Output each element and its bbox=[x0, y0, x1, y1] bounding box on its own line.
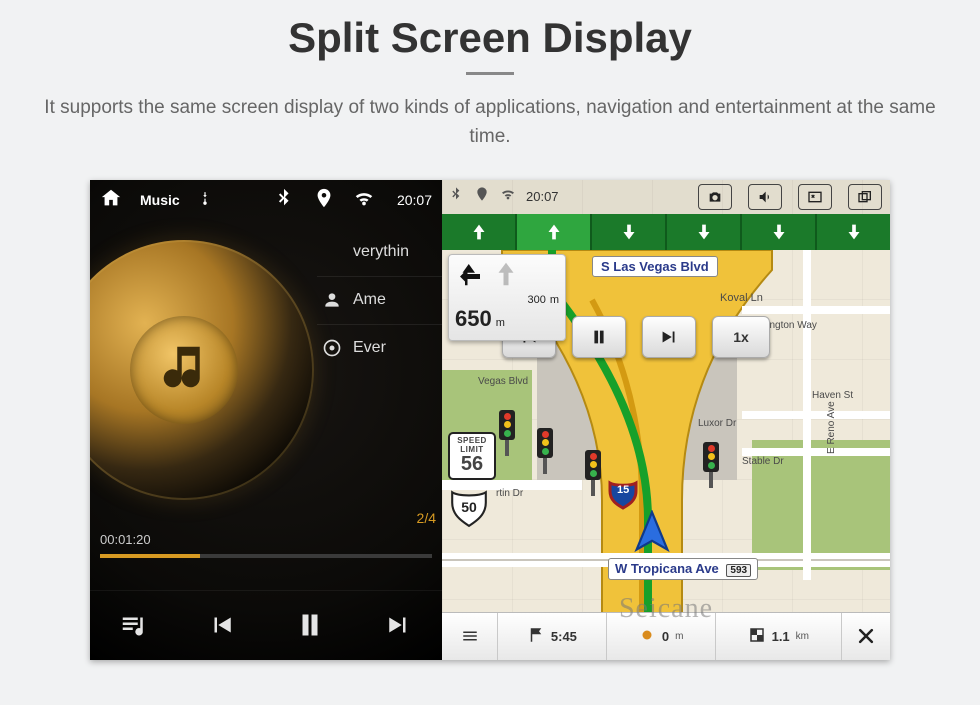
street-bottom-name: W Tropicana Ave bbox=[615, 561, 719, 576]
music-status-time: 20:07 bbox=[397, 192, 432, 208]
traffic-light-icon bbox=[496, 410, 518, 456]
speed-limit-sign: SPEED LIMIT 56 bbox=[448, 432, 496, 480]
lane-cell bbox=[517, 214, 592, 250]
sim-speed-button[interactable]: 1x bbox=[712, 316, 770, 358]
stop-dist-unit: m bbox=[675, 631, 683, 642]
multitask-button[interactable] bbox=[848, 184, 882, 210]
wifi-icon bbox=[500, 186, 516, 207]
progress-bar[interactable] bbox=[100, 554, 432, 558]
pause-button[interactable] bbox=[280, 595, 340, 655]
music-pane: Music 20:07 bbox=[90, 180, 442, 660]
lane-cell bbox=[817, 214, 890, 250]
speed-limit-label: SPEED LIMIT bbox=[450, 436, 494, 454]
lane-cell bbox=[742, 214, 817, 250]
music-note-icon bbox=[157, 340, 211, 399]
street-bottom-tag: 593 bbox=[726, 564, 751, 577]
map-label: E Reno Ave bbox=[826, 401, 837, 454]
page-description: It supports the same screen display of t… bbox=[0, 93, 980, 170]
arrow-up-icon bbox=[491, 259, 521, 294]
sim-next-button[interactable] bbox=[642, 316, 696, 358]
stop-dist-cell[interactable]: 0 m bbox=[607, 613, 716, 660]
map-label: Koval Ln bbox=[720, 292, 763, 304]
home-icon[interactable] bbox=[100, 187, 122, 212]
track-list: verythin Ame Ever bbox=[317, 228, 442, 372]
vehicle-marker bbox=[630, 510, 674, 559]
time-row: 00:01:20 bbox=[100, 532, 432, 547]
eta-value: 5:45 bbox=[551, 629, 577, 644]
menu-button[interactable] bbox=[442, 613, 498, 660]
now-playing-label: verythin bbox=[353, 243, 409, 261]
map-label: Haven St bbox=[812, 390, 853, 401]
camera-button[interactable] bbox=[698, 184, 732, 210]
track-row[interactable]: Ame bbox=[317, 276, 442, 324]
instr-dist-small-unit: m bbox=[550, 294, 559, 306]
page-title: Split Screen Display bbox=[0, 0, 980, 62]
map-label: rtin Dr bbox=[496, 488, 523, 499]
track-row[interactable]: Ever bbox=[317, 324, 442, 372]
navigation-pane: 20:07 bbox=[442, 180, 890, 660]
street-label-bottom: W Tropicana Ave 593 bbox=[608, 558, 758, 580]
nav-status-time: 20:07 bbox=[526, 189, 559, 204]
split-screen-device: Music 20:07 bbox=[90, 180, 890, 660]
location-icon bbox=[474, 186, 490, 207]
interstate-number: 15 bbox=[617, 484, 629, 496]
instr-dist-big-unit: m bbox=[496, 317, 505, 329]
traffic-light-icon bbox=[582, 450, 604, 496]
lane-cell bbox=[592, 214, 667, 250]
close-nav-button[interactable] bbox=[842, 613, 890, 660]
instr-dist-big: 650 bbox=[455, 306, 492, 332]
close-window-button[interactable] bbox=[798, 184, 832, 210]
target-icon bbox=[321, 338, 343, 358]
lane-guidance-bar bbox=[442, 214, 890, 250]
nav-bottom-bar: Seicane 5:45 0 m 1.1 km bbox=[442, 612, 890, 660]
music-status-bar: Music 20:07 bbox=[90, 180, 442, 220]
title-underline bbox=[466, 72, 514, 75]
sim-pause-button[interactable] bbox=[572, 316, 626, 358]
map-label: Vegas Blvd bbox=[478, 376, 528, 387]
flag-icon bbox=[527, 626, 545, 647]
music-body: verythin Ame Ever 2/4 00:01:20 bbox=[90, 220, 442, 590]
destination-icon bbox=[748, 626, 766, 647]
location-icon bbox=[313, 187, 335, 212]
dest-dist: 1.1 bbox=[772, 629, 790, 644]
track-counter: 2/4 bbox=[417, 510, 436, 526]
prev-button[interactable] bbox=[192, 595, 252, 655]
speed-limit-value: 56 bbox=[450, 454, 494, 474]
waypoint-icon bbox=[638, 626, 656, 647]
nav-status-bar: 20:07 bbox=[442, 180, 890, 214]
map-label: Stable Dr bbox=[742, 456, 784, 467]
turn-left-icon bbox=[455, 259, 485, 294]
wifi-icon bbox=[353, 187, 375, 212]
person-icon bbox=[321, 290, 343, 310]
dest-dist-cell[interactable]: 1.1 km bbox=[716, 613, 842, 660]
next-button[interactable] bbox=[368, 595, 428, 655]
route-shield-number: 50 bbox=[448, 486, 490, 528]
volume-button[interactable] bbox=[748, 184, 782, 210]
street-label-top: S Las Vegas Blvd bbox=[592, 256, 718, 277]
traffic-light-icon bbox=[700, 442, 722, 488]
progress-fill bbox=[100, 554, 200, 558]
stop-dist: 0 bbox=[662, 629, 669, 644]
route-shield: 50 bbox=[448, 486, 490, 528]
now-playing-row[interactable]: verythin bbox=[317, 228, 442, 276]
instr-dist-small: 300 bbox=[527, 294, 545, 306]
music-controls bbox=[90, 590, 442, 660]
lane-cell bbox=[442, 214, 517, 250]
elapsed-time: 00:01:20 bbox=[100, 532, 151, 547]
turn-instruction-card: 300 m 650 m bbox=[448, 254, 566, 341]
dest-dist-unit: km bbox=[796, 631, 809, 642]
playlist-button[interactable] bbox=[104, 595, 164, 655]
map-label: Luxor Dr bbox=[698, 418, 736, 429]
album-art bbox=[90, 240, 314, 500]
eta-cell[interactable]: 5:45 bbox=[498, 613, 607, 660]
usb-icon bbox=[198, 189, 212, 210]
bluetooth-icon bbox=[273, 187, 295, 212]
track-label: Ever bbox=[353, 339, 386, 357]
track-label: Ame bbox=[353, 291, 386, 309]
lane-cell bbox=[667, 214, 742, 250]
music-status-title: Music bbox=[140, 192, 180, 208]
bluetooth-icon bbox=[448, 186, 464, 207]
traffic-light-icon bbox=[534, 428, 556, 474]
